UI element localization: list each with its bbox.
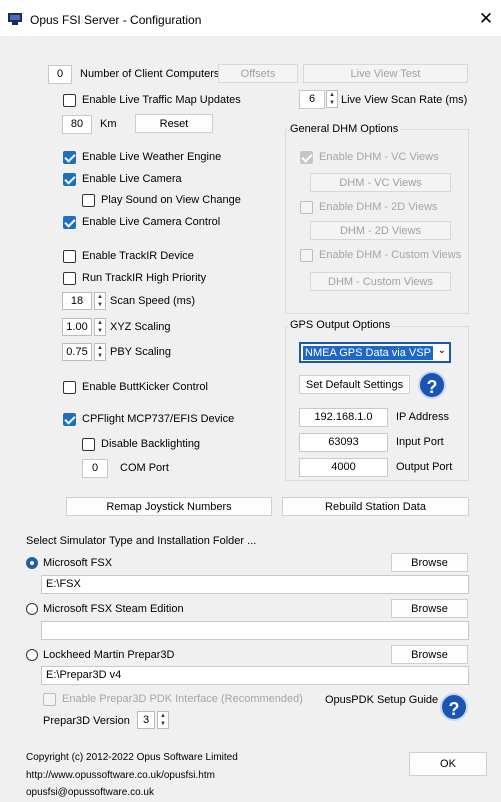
weather-engine-label: Enable Live Weather Engine <box>82 151 222 163</box>
buttkicker-checkbox[interactable] <box>63 381 76 394</box>
km-label: Km <box>100 118 117 130</box>
sim-fsx-label: Microsoft FSX <box>43 557 113 569</box>
close-icon[interactable]: ✕ <box>476 9 496 29</box>
input-port-field[interactable]: 63093 <box>299 433 388 452</box>
trackir-checkbox[interactable] <box>63 250 76 263</box>
xyz-scaling-label: XYZ Scaling <box>110 321 171 333</box>
dhm-2d-label: Enable DHM - 2D Views <box>319 201 438 213</box>
prepar3d-version-field[interactable]: 3 <box>137 711 155 729</box>
sim-fsx-radio[interactable] <box>26 557 38 569</box>
sim-prepar3d-browse-button[interactable]: Browse <box>391 645 468 664</box>
pdk-interface-checkbox[interactable] <box>43 693 56 706</box>
dhm-vc-label: Enable DHM - VC Views <box>319 151 439 163</box>
sim-prepar3d-label: Lockheed Martin Prepar3D <box>43 649 175 661</box>
sim-fsx-steam-browse-button[interactable]: Browse <box>391 599 468 618</box>
camera-control-label: Enable Live Camera Control <box>82 216 221 228</box>
cpflight-checkbox[interactable] <box>63 413 76 426</box>
app-icon <box>8 13 22 25</box>
xyz-scaling-spinner[interactable]: ▲ ▼ <box>94 318 106 336</box>
dhm-vc-checkbox[interactable] <box>300 151 313 164</box>
ok-button[interactable]: OK <box>409 752 487 776</box>
live-traffic-label: Enable Live Traffic Map Updates <box>82 94 241 106</box>
dhm-2d-button[interactable]: DHM - 2D Views <box>310 221 451 240</box>
scan-rate-label: Live View Scan Rate (ms) <box>341 94 468 106</box>
pby-scaling-label: PBY Scaling <box>110 346 171 358</box>
sim-fsx-steam-label: Microsoft FSX Steam Edition <box>43 603 184 615</box>
dhm-custom-checkbox[interactable] <box>300 249 313 262</box>
buttkicker-label: Enable ButtKicker Control <box>82 381 208 393</box>
email-link[interactable]: opusfsi@opussoftware.co.uk <box>26 787 154 798</box>
scan-rate-field[interactable]: 6 <box>299 90 325 109</box>
trackir-priority-checkbox[interactable] <box>63 272 76 285</box>
gps-options-title: GPS Output Options <box>288 319 393 331</box>
help-icon[interactable]: ? <box>440 693 468 721</box>
input-port-label: Input Port <box>396 436 444 448</box>
chevron-down-icon: ⌄ <box>437 345 446 356</box>
output-port-field[interactable]: 4000 <box>299 458 388 477</box>
dhm-custom-label: Enable DHM - Custom Views <box>319 249 462 261</box>
sim-fsx-steam-path-field[interactable] <box>41 621 469 640</box>
backlighting-checkbox[interactable] <box>82 438 95 451</box>
ip-address-field[interactable]: 192.168.1.0 <box>299 408 388 427</box>
reset-button[interactable]: Reset <box>135 114 213 133</box>
cpflight-label: CPFlight MCP737/EFIS Device <box>82 413 235 425</box>
website-link[interactable]: http://www.opussoftware.co.uk/opusfsi.ht… <box>26 770 215 781</box>
gps-output-selected: NMEA GPS Data via VSP <box>303 346 433 360</box>
com-port-label: COM Port <box>120 462 169 474</box>
scan-speed-spinner[interactable]: ▲ ▼ <box>94 292 106 310</box>
live-camera-label: Enable Live Camera <box>82 173 182 185</box>
rebuild-station-data-button[interactable]: Rebuild Station Data <box>282 497 469 516</box>
pby-scaling-spinner[interactable]: ▲ ▼ <box>94 343 106 361</box>
pby-scaling-field[interactable]: 0.75 <box>62 343 92 361</box>
scan-rate-spinner[interactable]: ▲ ▼ <box>326 90 338 108</box>
prepar3d-version-label: Prepar3D Version <box>43 715 130 727</box>
output-port-label: Output Port <box>396 461 453 473</box>
scan-speed-label: Scan Speed (ms) <box>110 295 195 307</box>
dhm-options-title: General DHM Options <box>288 123 401 135</box>
opuspdk-setup-guide-label: OpusPDK Setup Guide <box>325 694 439 706</box>
dhm-custom-button[interactable]: DHM - Custom Views <box>310 272 451 291</box>
gps-output-select[interactable]: NMEA GPS Data via VSP ⌄ <box>299 342 451 363</box>
client-count-field[interactable]: 0 <box>48 65 72 84</box>
client-count-label: Number of Client Computers <box>80 68 220 80</box>
sim-fsx-path-field[interactable]: E:\FSX <box>41 575 469 594</box>
trackir-label: Enable TrackIR Device <box>82 250 194 262</box>
live-camera-checkbox[interactable] <box>63 173 76 186</box>
window-title: Opus FSI Server - Configuration <box>30 13 202 27</box>
sim-fsx-browse-button[interactable]: Browse <box>391 553 468 572</box>
live-traffic-checkbox[interactable] <box>63 94 76 107</box>
offsets-button[interactable]: Offsets <box>218 64 298 83</box>
play-sound-label: Play Sound on View Change <box>101 194 241 206</box>
dhm-2d-checkbox[interactable] <box>300 201 313 214</box>
live-view-test-button[interactable]: Live View Test <box>303 64 468 83</box>
scan-speed-field[interactable]: 18 <box>62 292 92 310</box>
weather-engine-checkbox[interactable] <box>63 151 76 164</box>
prepar3d-version-spinner[interactable]: ▲ ▼ <box>157 711 169 729</box>
sim-fsx-steam-radio[interactable] <box>26 603 38 615</box>
pdk-interface-label: Enable Prepar3D PDK Interface (Recommend… <box>62 693 303 705</box>
title-bar: Opus FSI Server - Configuration ✕ <box>0 0 501 36</box>
trackir-priority-label: Run TrackIR High Priority <box>82 272 207 284</box>
set-default-settings-button[interactable]: Set Default Settings <box>299 375 410 394</box>
backlighting-label: Disable Backlighting <box>101 438 201 450</box>
sim-prepar3d-path-field[interactable]: E:\Prepar3D v4 <box>41 666 469 685</box>
km-field[interactable]: 80 <box>62 115 92 134</box>
remap-joystick-button[interactable]: Remap Joystick Numbers <box>66 497 272 516</box>
help-icon[interactable]: ? <box>418 371 446 399</box>
play-sound-checkbox[interactable] <box>82 194 95 207</box>
com-port-field[interactable]: 0 <box>82 459 108 478</box>
copyright-text: Copyright (c) 2012-2022 Opus Software Li… <box>26 752 238 763</box>
ip-address-label: IP Address <box>396 411 449 423</box>
dhm-vc-button[interactable]: DHM - VC Views <box>310 173 451 192</box>
simulator-heading: Select Simulator Type and Installation F… <box>26 535 257 547</box>
camera-control-checkbox[interactable] <box>63 216 76 229</box>
xyz-scaling-field[interactable]: 1.00 <box>62 318 92 336</box>
sim-prepar3d-radio[interactable] <box>26 649 38 661</box>
